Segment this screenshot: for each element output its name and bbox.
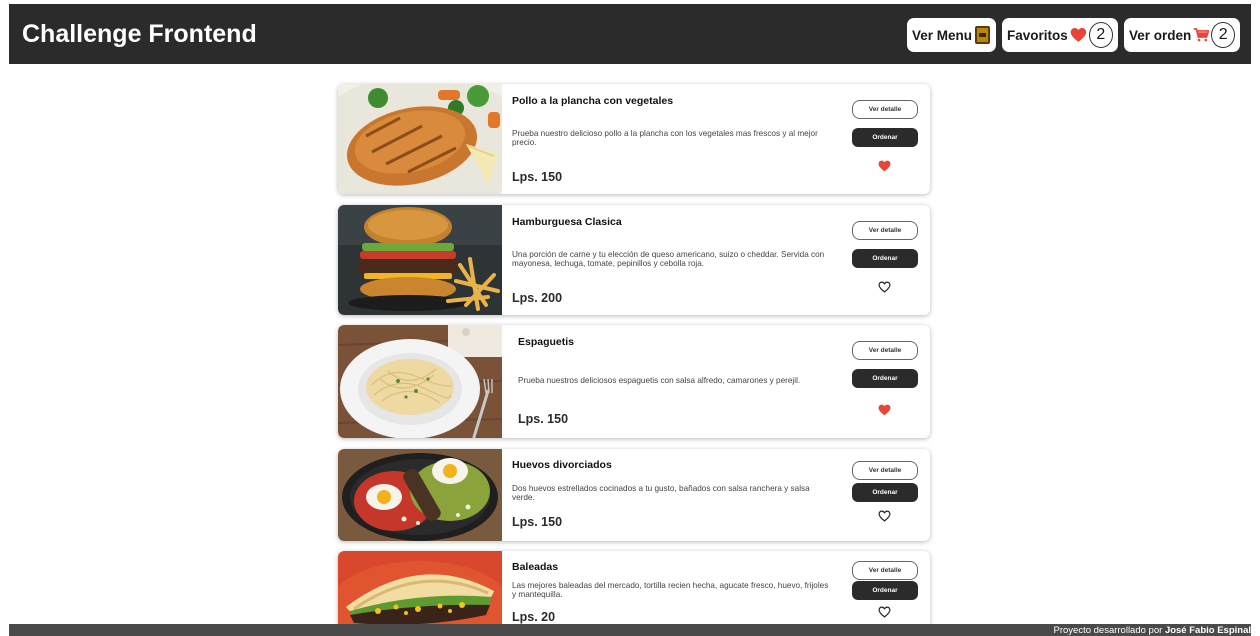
order-button[interactable]: Ordenar [852,249,918,268]
favorites-count-badge: 2 [1088,22,1113,48]
product-image [338,205,502,315]
product-description: Una porción de carne y tu elección de qu… [512,250,825,268]
order-count-badge: 2 [1211,22,1235,48]
order-button[interactable]: Ordenar [852,369,918,388]
product-price: Lps. 150 [512,515,563,529]
heart-icon [1070,27,1086,43]
footer-prefix: Proyecto desarrollado por [1053,625,1163,636]
product-price: Lps. 150 [512,170,563,184]
product-description: Prueba nuestros deliciosos espaguetis co… [518,376,801,385]
product-price: Lps. 150 [518,412,569,426]
view-detail-button[interactable]: Ver detalle [852,100,918,119]
view-menu-label: Ver Menu [912,27,973,43]
order-button[interactable]: Ordenar [852,128,918,147]
product-description: Prueba nuestro delicioso pollo a la plan… [512,129,818,147]
order-button[interactable]: Ordenar [852,483,918,502]
product-image [338,84,502,194]
view-order-label: Ver orden [1129,27,1192,43]
favorite-heart-outline-icon[interactable] [878,281,891,293]
product-name: Baleadas [512,561,559,573]
product-description: Las mejores baleadas del mercado, tortil… [512,581,829,599]
product-name: Huevos divorciados [512,459,612,471]
favorite-heart-outline-icon[interactable] [878,606,891,618]
product-image [338,449,502,541]
page: Challenge Frontend Ver Menu Favoritos 2 … [0,0,1260,636]
cart-icon [1193,28,1210,42]
product-card: Pollo a la plancha con vegetales Prueba … [338,84,930,194]
app-title: Challenge Frontend [22,20,257,48]
view-detail-button[interactable]: Ver detalle [852,461,918,480]
favorites-label: Favoritos [1007,27,1068,43]
favorite-heart-icon[interactable] [878,160,891,172]
view-order-button[interactable]: Ver orden 2 [1124,18,1240,52]
product-price: Lps. 200 [512,291,563,305]
product-name: Espaguetis [518,336,575,348]
product-image [338,325,502,438]
favorite-heart-icon[interactable] [878,404,891,416]
favorite-heart-outline-icon[interactable] [878,510,891,522]
product-description: Dos huevos estrellados cocinados a tu gu… [512,484,810,502]
view-detail-button[interactable]: Ver detalle [852,341,918,360]
top-nav-bar: Challenge Frontend Ver Menu Favoritos 2 … [9,4,1251,64]
product-price: Lps. 20 [512,610,556,624]
footer-bar: Proyecto desarrollado por José Fabio Esp… [9,624,1251,636]
favorites-button[interactable]: Favoritos 2 [1002,18,1118,52]
product-card: Huevos divorciados Dos huevos estrellado… [338,449,930,541]
product-card: Hamburguesa Clasica Una porción de carne… [338,205,930,315]
view-detail-button[interactable]: Ver detalle [852,221,918,240]
footer-credit: Proyecto desarrollado por José Fabio Esp… [1054,625,1252,636]
view-menu-button[interactable]: Ver Menu [907,18,996,52]
order-button[interactable]: Ordenar [852,581,918,600]
menu-book-icon [975,26,991,44]
footer-author: José Fabio Espinal [1164,625,1251,636]
product-name: Hamburguesa Clasica [512,216,622,228]
product-name: Pollo a la plancha con vegetales [512,95,674,107]
product-card: Espaguetis Prueba nuestros deliciosos es… [338,325,930,438]
view-detail-button[interactable]: Ver detalle [852,561,918,580]
